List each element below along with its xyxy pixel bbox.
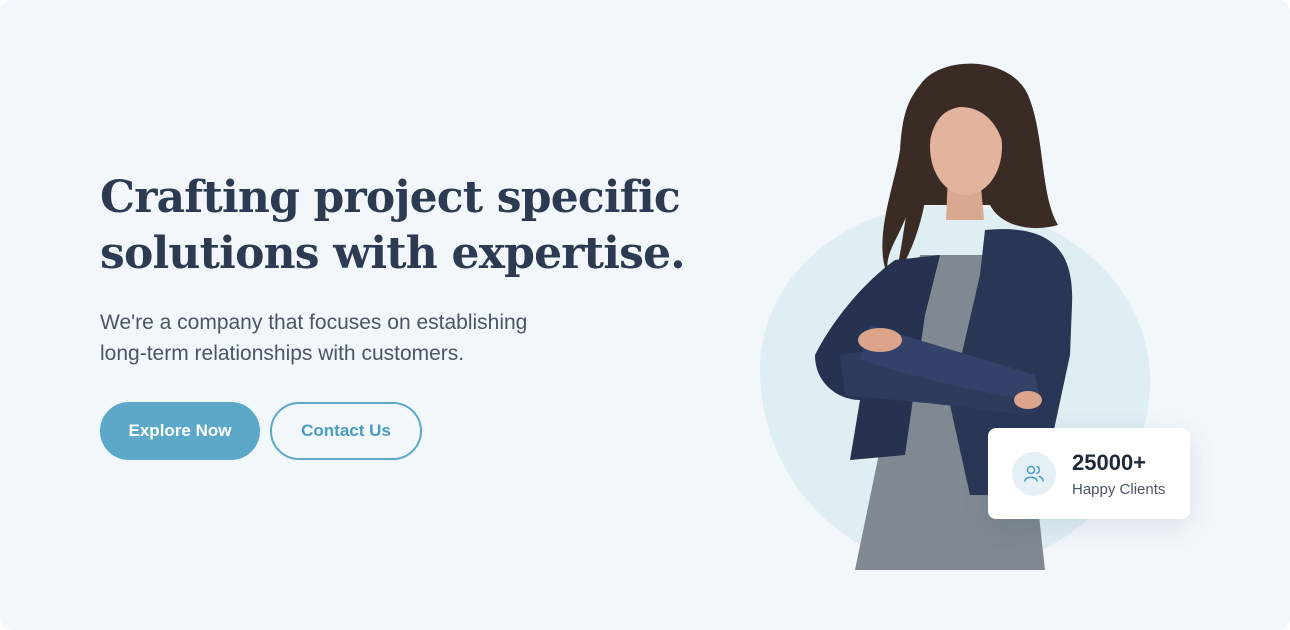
hero-subtitle-line: long-term relationships with customers. — [100, 342, 465, 365]
hero-heading-line: Crafting project specific — [100, 172, 681, 223]
hero-subtitle-line: We're a company that focuses on establis… — [100, 311, 528, 334]
clients-label: Happy Clients — [1072, 481, 1166, 498]
hero-heading: Crafting project specific solutions with… — [100, 170, 720, 282]
happy-clients-card: 25000+ Happy Clients — [988, 428, 1190, 519]
contact-us-button[interactable]: Contact Us — [270, 402, 422, 460]
users-icon — [1012, 452, 1056, 496]
clients-count: 25000+ — [1072, 450, 1147, 475]
explore-now-button[interactable]: Explore Now — [100, 402, 260, 460]
hero-heading-line: solutions with expertise. — [100, 228, 686, 279]
hero-subtitle: We're a company that focuses on establis… — [100, 307, 620, 369]
hero-section: Crafting project specific solutions with… — [0, 0, 1290, 630]
